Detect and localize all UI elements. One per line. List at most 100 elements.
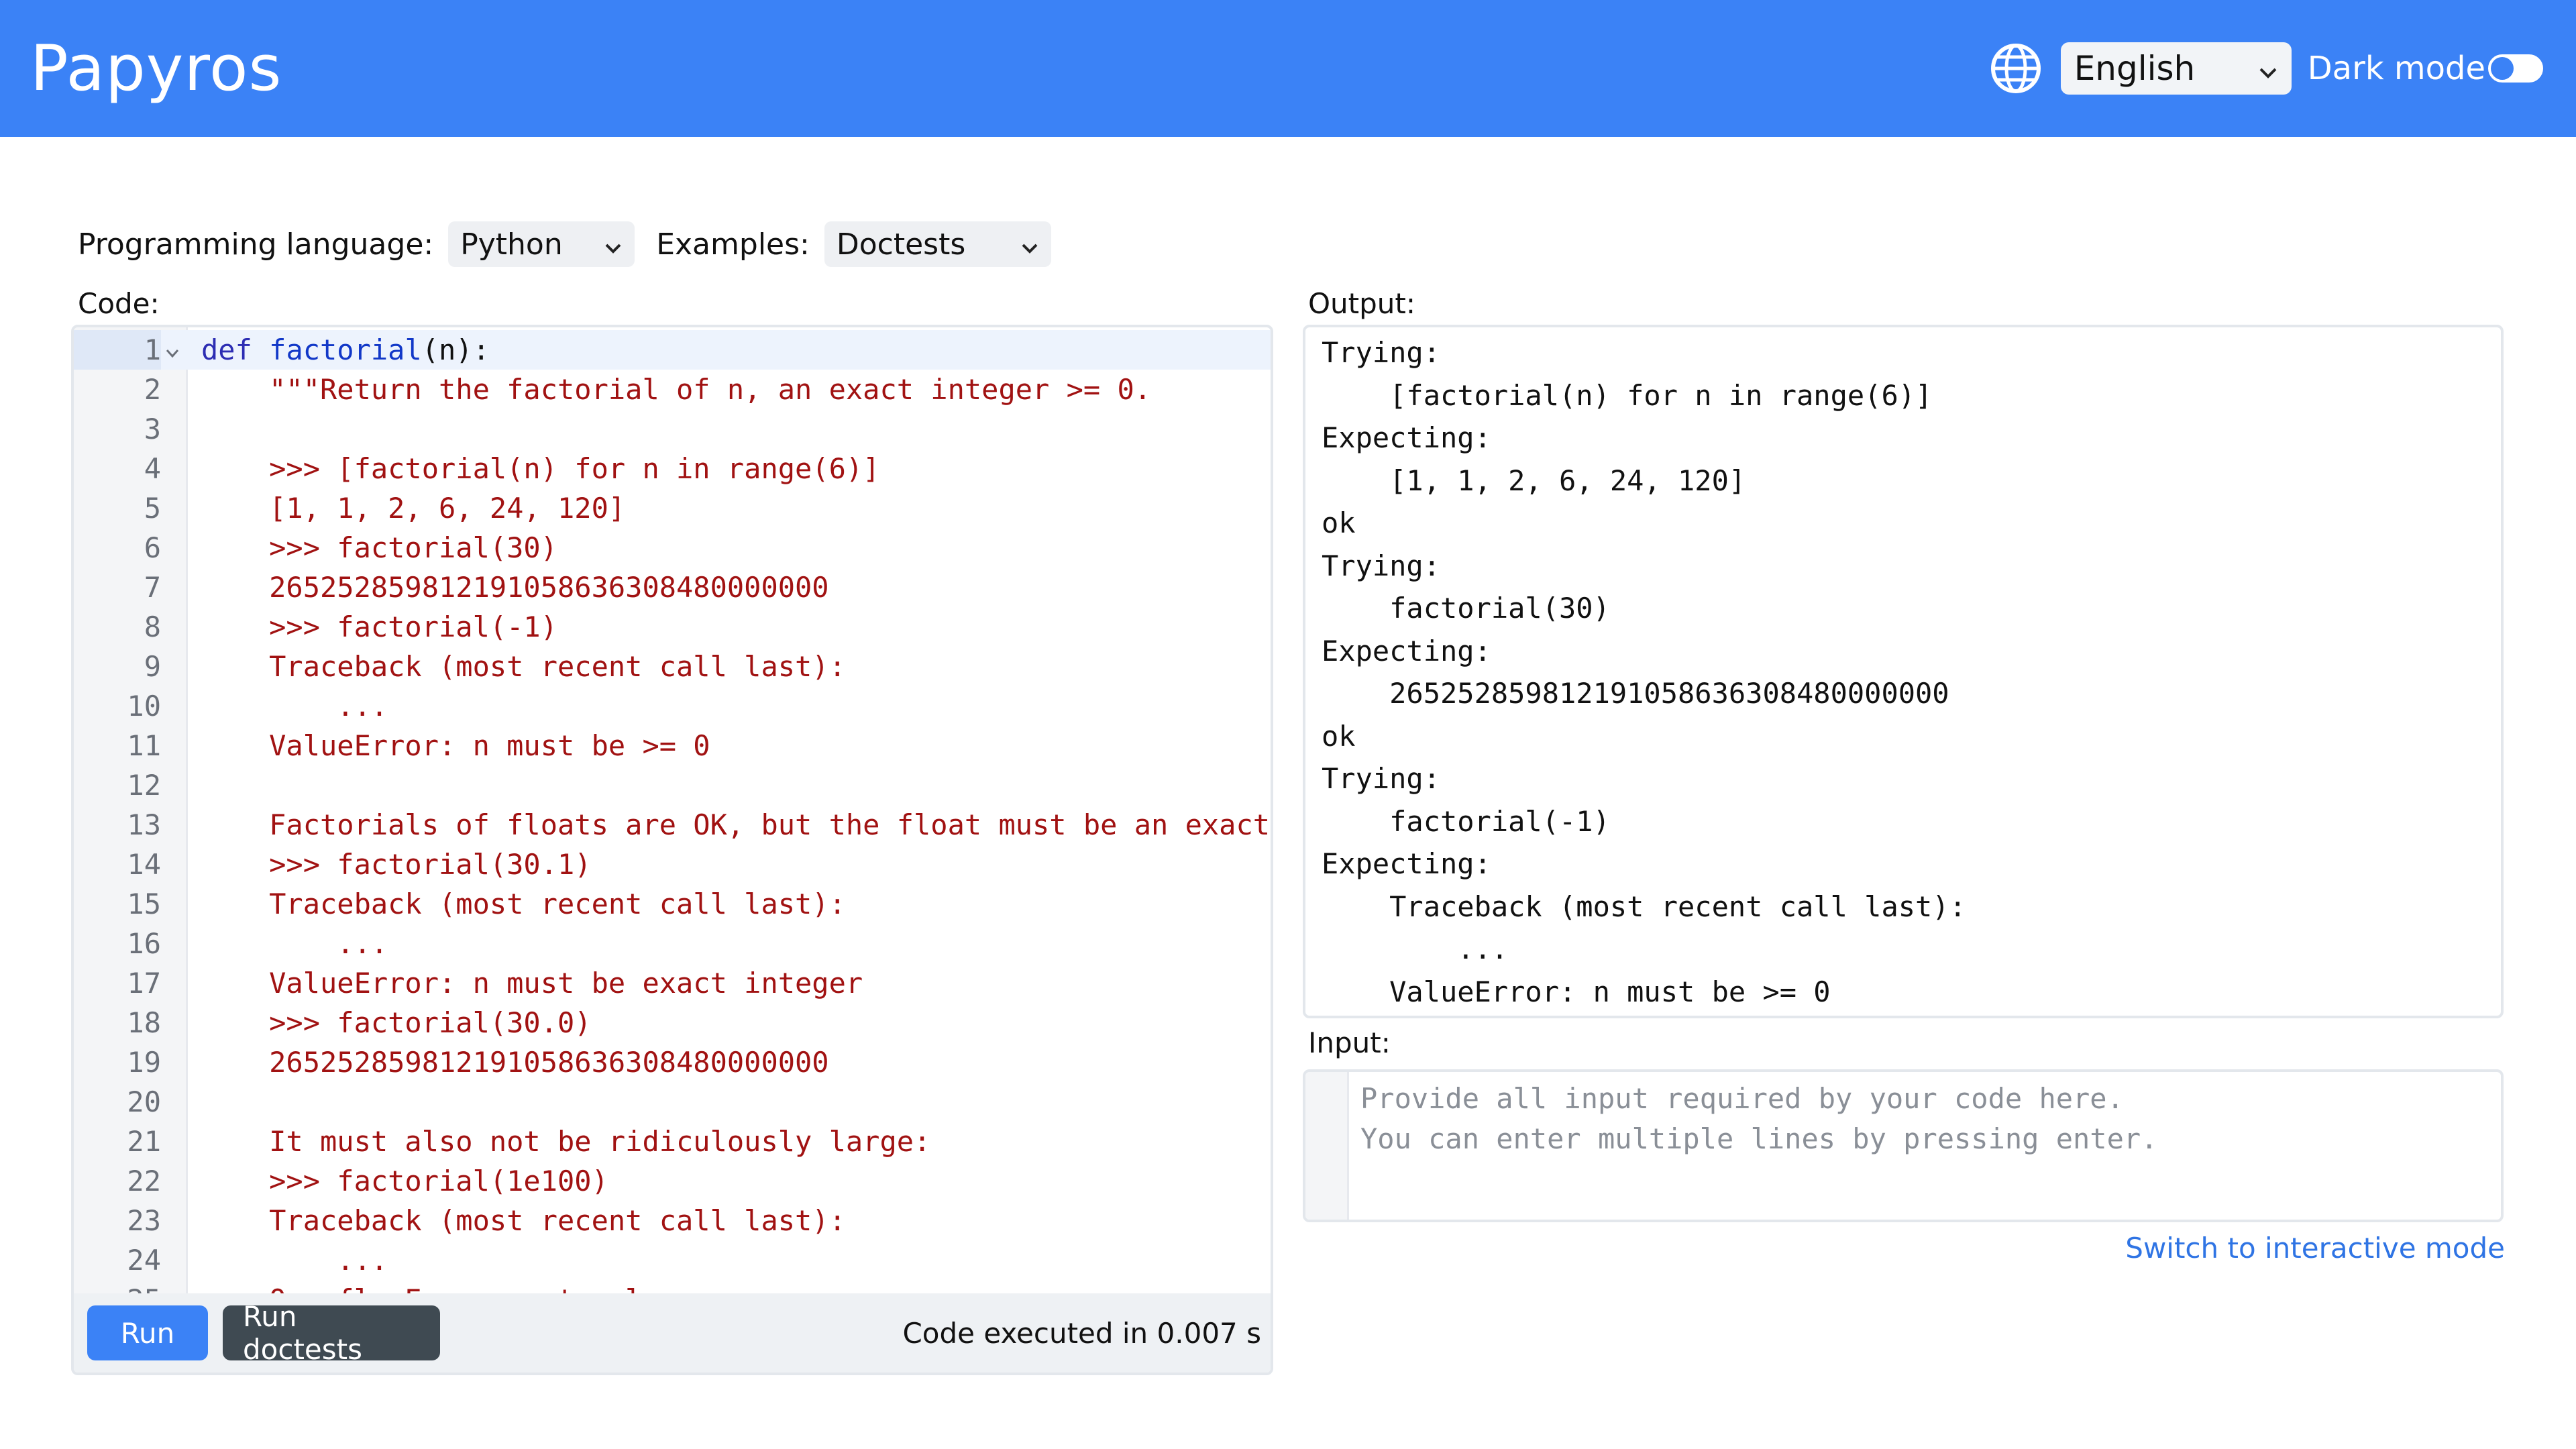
line-number: 5 bbox=[144, 492, 161, 525]
line-number: 24 bbox=[127, 1244, 161, 1277]
language-select[interactable]: English bbox=[2060, 42, 2292, 95]
code-line-text: ValueError: n must be >= 0 bbox=[201, 729, 710, 762]
line-number: 14 bbox=[127, 848, 161, 881]
code-line-text: ... bbox=[201, 927, 388, 960]
toggle-knob bbox=[2491, 57, 2514, 80]
code-line: 11 ValueError: n must be >= 0 bbox=[74, 726, 1271, 765]
input-gutter bbox=[1305, 1072, 1349, 1220]
output-line: ok bbox=[1322, 719, 1356, 753]
editor-controls: Programming language: Python Examples: D… bbox=[78, 221, 1051, 267]
code-line: 1 def factorial(n): bbox=[74, 330, 1271, 370]
code-line-text: >>> factorial(-1) bbox=[201, 610, 558, 643]
line-number: 9 bbox=[144, 650, 161, 683]
line-number: 17 bbox=[127, 967, 161, 1000]
output-line: ValueError: n must be >= 0 bbox=[1322, 975, 1831, 1008]
function-name-token: factorial bbox=[269, 333, 422, 366]
code-line: 13 Factorials of floats are OK, but the … bbox=[74, 805, 1271, 845]
line-number: 11 bbox=[127, 729, 161, 762]
code-line: 10 ... bbox=[74, 686, 1271, 726]
code-editor[interactable]: 1 def factorial(n): 2 """Return the factor… bbox=[74, 327, 1271, 1299]
code-footer: Run Run doctests Code executed in 0.007 … bbox=[74, 1293, 1271, 1373]
line-number: 6 bbox=[144, 531, 161, 564]
app-title: Papyros bbox=[30, 32, 282, 105]
code-line-text: Traceback (most recent call last): bbox=[201, 888, 846, 920]
code-line-text: ValueError: n must be exact integer bbox=[201, 967, 863, 1000]
line-number: 23 bbox=[127, 1204, 161, 1237]
punctuation-token: (n): bbox=[421, 333, 490, 366]
code-line: 18 >>> factorial(30.0) bbox=[74, 1003, 1271, 1042]
input-label: Input: bbox=[1308, 1026, 1391, 1059]
code-line-text: 265252859812191058636308480000000 bbox=[201, 571, 829, 604]
code-line-text: Factorials of floats are OK, but the flo… bbox=[201, 808, 1271, 841]
line-number: 20 bbox=[127, 1085, 161, 1118]
switch-interactive-mode-link[interactable]: Switch to interactive mode bbox=[2125, 1232, 2505, 1265]
output-line: Traceback (most recent call last): bbox=[1322, 890, 1966, 923]
header-controls: English Dark mode bbox=[1987, 40, 2543, 97]
dark-mode-label: Dark mode bbox=[2307, 50, 2485, 87]
input-placeholder: You can enter multiple lines by pressing… bbox=[1360, 1122, 2158, 1155]
code-line: 14 >>> factorial(30.1) bbox=[74, 845, 1271, 884]
line-number: 7 bbox=[144, 571, 161, 604]
line-number: 4 bbox=[144, 452, 161, 485]
output-line: Expecting: bbox=[1322, 847, 1491, 880]
code-line: 21 It must also not be ridiculously larg… bbox=[74, 1122, 1271, 1161]
output-line: [factorial(n) for n in range(6)] bbox=[1322, 378, 1933, 412]
app-header: Papyros English Dark mode bbox=[0, 0, 2576, 137]
examples-select[interactable]: Doctests bbox=[824, 221, 1051, 267]
code-line-text: def factorial(n): bbox=[201, 330, 490, 370]
code-line-text: >>> factorial(30.0) bbox=[201, 1006, 592, 1039]
fold-chevron-icon[interactable] bbox=[165, 333, 180, 372]
code-line-text: >>> factorial(30) bbox=[201, 531, 558, 564]
code-line: 16 ... bbox=[74, 924, 1271, 963]
keyword-token: def bbox=[201, 333, 252, 366]
output-panel: Trying: [factorial(n) for n in range(6)]… bbox=[1303, 325, 2504, 1018]
line-number: 1 bbox=[74, 330, 161, 370]
chevron-down-icon bbox=[604, 227, 623, 262]
line-number: 22 bbox=[127, 1165, 161, 1197]
chevron-down-icon bbox=[2258, 49, 2278, 88]
code-line-text: [1, 1, 2, 6, 24, 120] bbox=[201, 492, 626, 525]
line-number: 13 bbox=[127, 808, 161, 841]
programming-language-select[interactable]: Python bbox=[448, 221, 635, 267]
output-line: ... bbox=[1322, 932, 1509, 965]
code-line: 24 ... bbox=[74, 1240, 1271, 1280]
code-line: 12 bbox=[74, 765, 1271, 805]
code-line: 7 265252859812191058636308480000000 bbox=[74, 568, 1271, 607]
line-number: 16 bbox=[127, 927, 161, 960]
run-doctests-button[interactable]: Run doctests bbox=[223, 1300, 440, 1366]
dark-mode-toggle[interactable] bbox=[2488, 54, 2543, 83]
language-select-value: English bbox=[2074, 49, 2196, 88]
output-line: Trying: bbox=[1322, 549, 1441, 582]
code-line: 9 Traceback (most recent call last): bbox=[74, 647, 1271, 686]
globe-icon bbox=[1987, 40, 2045, 97]
examples-value: Doctests bbox=[836, 227, 966, 262]
output-line: factorial(30) bbox=[1322, 592, 1610, 625]
input-field[interactable]: Provide all input required by your code … bbox=[1303, 1069, 2504, 1222]
line-number: 19 bbox=[127, 1046, 161, 1079]
output-line: Expecting: bbox=[1322, 634, 1491, 667]
code-line-text: Traceback (most recent call last): bbox=[201, 1204, 846, 1237]
output-label: Output: bbox=[1308, 287, 1416, 320]
output-line: Trying: bbox=[1322, 336, 1441, 369]
code-line: 19 265252859812191058636308480000000 bbox=[74, 1042, 1271, 1082]
code-line: 4 >>> [factorial(n) for n in range(6)] bbox=[74, 449, 1271, 488]
line-number: 2 bbox=[144, 373, 161, 406]
examples-label: Examples: bbox=[656, 227, 810, 262]
input-placeholder: Provide all input required by your code … bbox=[1360, 1082, 2124, 1115]
output-line: Expecting: bbox=[1322, 421, 1491, 454]
code-line-text: """Return the factorial of n, an exact i… bbox=[201, 373, 1152, 406]
code-line: 2 """Return the factorial of n, an exact… bbox=[74, 370, 1271, 409]
line-number: 10 bbox=[127, 690, 161, 722]
programming-language-value: Python bbox=[460, 227, 563, 262]
line-number: 3 bbox=[144, 413, 161, 445]
chevron-down-icon bbox=[1020, 227, 1039, 262]
output-line: [1, 1, 2, 6, 24, 120] bbox=[1322, 464, 1746, 497]
code-line-text: It must also not be ridiculously large: bbox=[201, 1125, 931, 1158]
line-number: 18 bbox=[127, 1006, 161, 1039]
dark-mode-control: Dark mode bbox=[2308, 50, 2543, 87]
programming-language-label: Programming language: bbox=[78, 227, 434, 262]
run-button[interactable]: Run bbox=[87, 1305, 208, 1360]
code-line-text: ... bbox=[201, 690, 388, 722]
output-line: 265252859812191058636308480000000 bbox=[1322, 677, 1949, 710]
line-number: 12 bbox=[127, 769, 161, 802]
